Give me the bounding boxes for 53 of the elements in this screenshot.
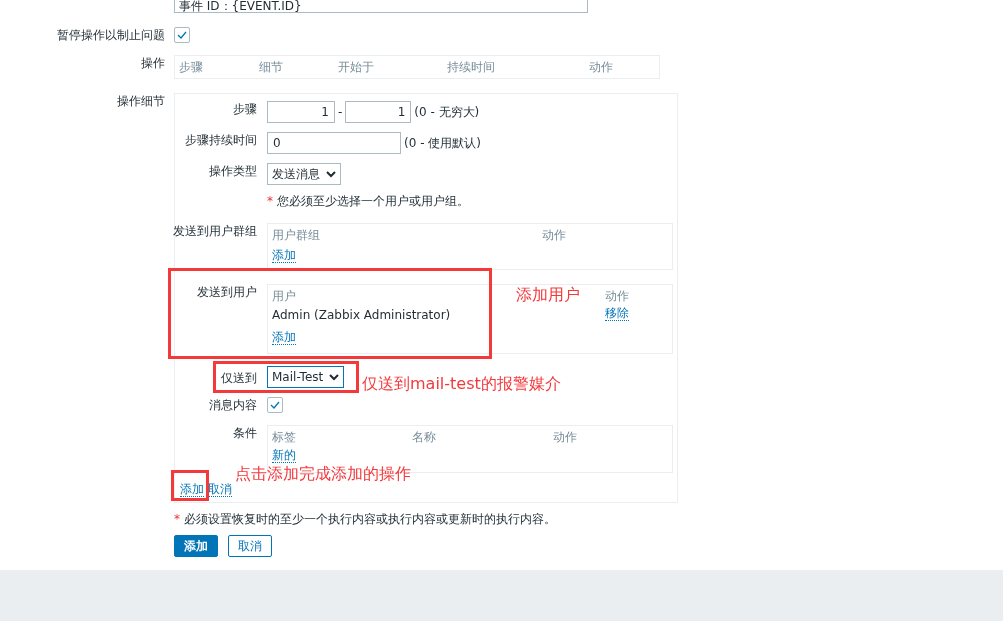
column-header: 用户 bbox=[272, 289, 296, 303]
field-label: 操作细节 bbox=[117, 93, 165, 108]
column-header: 细节 bbox=[259, 60, 283, 74]
form-link[interactable]: 取消 bbox=[208, 482, 232, 497]
field-label: 暂停操作以制止问题 bbox=[57, 27, 165, 42]
field-label: 发送到用户 bbox=[197, 284, 257, 299]
cancel-button[interactable]: 取消 bbox=[228, 535, 272, 557]
form-link[interactable]: 添加 bbox=[180, 482, 204, 497]
annotation-text: 仅送到mail-test的报警媒介 bbox=[362, 376, 561, 392]
field-label: 步骤 bbox=[233, 101, 257, 116]
required-note: * 您必须至少选择一个用户或用户组。 bbox=[267, 194, 470, 208]
column-header: 标签 bbox=[272, 430, 296, 444]
field-label: 消息内容 bbox=[209, 397, 257, 412]
column-header: 开始于 bbox=[338, 60, 374, 74]
add-button[interactable]: 添加 bbox=[174, 535, 218, 557]
checkbox[interactable] bbox=[267, 397, 283, 413]
column-header: 用户群组 bbox=[272, 228, 320, 242]
hint-text: (0 - 无穷大) bbox=[414, 105, 480, 119]
hint-text: (0 - 使用默认) bbox=[404, 136, 481, 150]
duration-field[interactable]: 0 bbox=[267, 132, 401, 154]
add-link[interactable]: 添加 bbox=[272, 330, 296, 345]
check-icon bbox=[270, 401, 280, 409]
field-label: 条件 bbox=[233, 425, 257, 440]
new-condition-link[interactable]: 新的 bbox=[272, 448, 296, 463]
column-header: 步骤 bbox=[179, 60, 203, 74]
field-label: 操作类型 bbox=[209, 163, 257, 178]
step-to-field[interactable]: 1 bbox=[345, 101, 412, 123]
message-field[interactable]: 事件 ID：{EVENT.ID} bbox=[174, 0, 588, 13]
step-from-field[interactable]: 1 bbox=[267, 101, 335, 123]
column-header: 持续时间 bbox=[447, 60, 495, 74]
column-header: 动作 bbox=[542, 228, 566, 242]
user-name: Admin (Zabbix Administrator) bbox=[272, 308, 451, 322]
checkbox[interactable] bbox=[174, 27, 190, 43]
column-header: 动作 bbox=[605, 289, 629, 303]
range-separator: - bbox=[338, 105, 343, 119]
check-icon bbox=[177, 31, 187, 39]
media-select[interactable]: Mail-Test bbox=[267, 366, 345, 388]
remove-link[interactable]: 移除 bbox=[605, 306, 629, 321]
field-label: 发送到用户群组 bbox=[173, 223, 257, 238]
annotation-text: 点击添加完成添加的操作 bbox=[235, 466, 411, 482]
column-header: 动作 bbox=[589, 60, 613, 74]
column-header: 动作 bbox=[553, 430, 577, 444]
field-label: 仅送到 bbox=[221, 370, 257, 385]
column-header: 名称 bbox=[412, 430, 436, 444]
add-link[interactable]: 添加 bbox=[272, 248, 296, 263]
highlight-frame bbox=[171, 470, 209, 501]
caret-icon bbox=[326, 170, 336, 178]
operation-type-select[interactable]: 发送消息 bbox=[267, 163, 341, 185]
required-note: * 必须设置恢复时的至少一个执行内容或执行内容或更新时的执行内容。 bbox=[174, 512, 557, 526]
annotation-text: 添加用户 bbox=[516, 287, 580, 303]
field-label: 操作 bbox=[141, 55, 165, 70]
caret-icon bbox=[329, 373, 340, 381]
field-label: 步骤持续时间 bbox=[185, 132, 257, 147]
